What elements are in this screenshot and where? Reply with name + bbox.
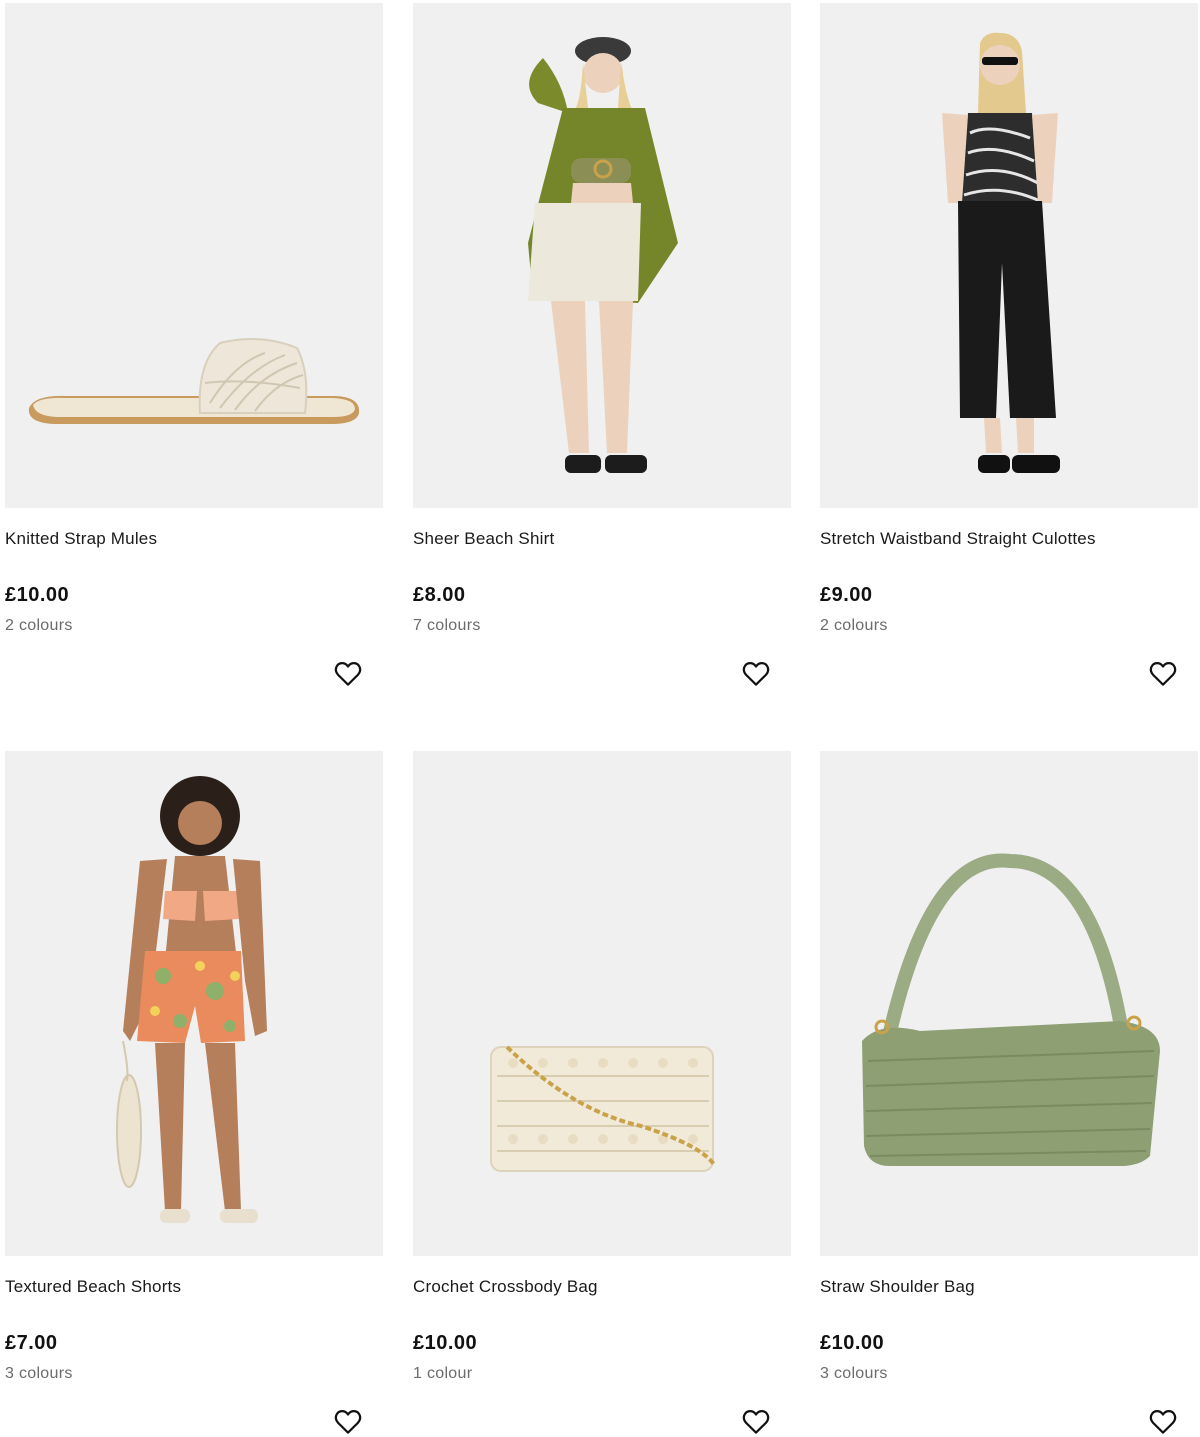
product-card[interactable]: Sheer Beach Shirt £8.00 7 colours — [413, 3, 791, 686]
wishlist-button[interactable] — [1146, 657, 1180, 691]
heart-outline-icon — [334, 662, 362, 686]
model-culottes-image — [942, 32, 1060, 473]
product-colours: 2 colours — [5, 617, 73, 634]
product-card[interactable]: Knitted Strap Mules £10.00 2 colours — [5, 3, 383, 686]
product-name[interactable]: Knitted Strap Mules — [5, 529, 157, 549]
model-shorts-image — [116, 776, 267, 1223]
product-colours: 1 colour — [413, 1365, 473, 1382]
crossbody-bag-image — [490, 1045, 717, 1172]
wishlist-button[interactable] — [1146, 1405, 1180, 1437]
product-price: £10.00 — [413, 1332, 478, 1354]
heart-outline-icon — [742, 662, 770, 686]
product-name[interactable]: Straw Shoulder Bag — [820, 1277, 975, 1297]
product-name[interactable]: Textured Beach Shorts — [5, 1277, 181, 1297]
product-card[interactable]: Stretch Waistband Straight Culottes £9.0… — [820, 3, 1198, 686]
product-price: £9.00 — [820, 584, 873, 606]
product-image[interactable] — [413, 751, 791, 1256]
heart-outline-icon — [334, 1410, 362, 1434]
product-price: £10.00 — [820, 1332, 885, 1354]
wishlist-button[interactable] — [739, 657, 773, 691]
shoulder-bag-image — [862, 853, 1160, 1166]
product-price: £7.00 — [5, 1332, 58, 1354]
wishlist-button[interactable] — [739, 1405, 773, 1437]
product-image[interactable] — [5, 751, 383, 1256]
product-image[interactable] — [820, 751, 1198, 1256]
heart-outline-icon — [1149, 662, 1177, 686]
heart-outline-icon — [742, 1410, 770, 1434]
product-price: £8.00 — [413, 584, 466, 606]
wishlist-button[interactable] — [331, 657, 365, 691]
product-image[interactable] — [413, 3, 791, 508]
product-image[interactable] — [5, 3, 383, 508]
product-image[interactable] — [820, 3, 1198, 508]
product-colours: 2 colours — [820, 617, 888, 634]
product-colours: 3 colours — [820, 1365, 888, 1382]
product-price: £10.00 — [5, 584, 70, 606]
product-card[interactable]: Textured Beach Shorts £7.00 3 colours — [5, 751, 383, 1434]
product-colours: 7 colours — [413, 617, 481, 634]
product-name[interactable]: Crochet Crossbody Bag — [413, 1277, 598, 1297]
product-colours: 3 colours — [5, 1365, 73, 1382]
product-name[interactable]: Sheer Beach Shirt — [413, 529, 554, 549]
product-name[interactable]: Stretch Waistband Straight Culottes — [820, 529, 1096, 549]
product-card[interactable]: Straw Shoulder Bag £10.00 3 colours — [820, 751, 1198, 1434]
wishlist-button[interactable] — [331, 1405, 365, 1437]
model-shirt-image — [528, 37, 678, 473]
sandal-image — [28, 338, 360, 424]
heart-outline-icon — [1149, 1410, 1177, 1434]
product-card[interactable]: Crochet Crossbody Bag £10.00 1 colour — [413, 751, 791, 1434]
product-grid: Knitted Strap Mules £10.00 2 colours She… — [0, 0, 1200, 1437]
